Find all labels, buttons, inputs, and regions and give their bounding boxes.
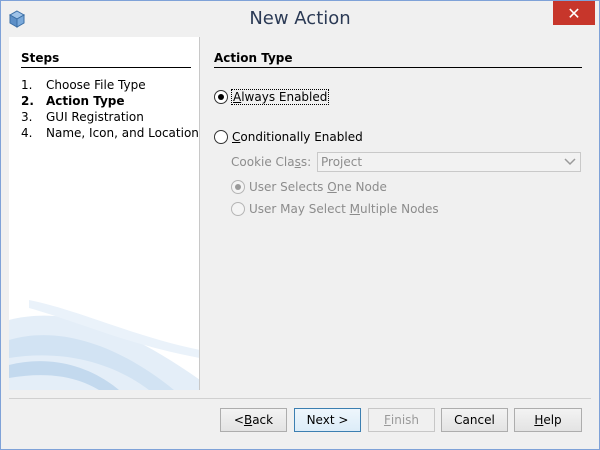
steps-heading: Steps	[21, 51, 60, 65]
cookie-class-value: Project	[321, 155, 363, 169]
dialog-window: New Action ✕ Steps 1. Choose File Type 2. A…	[0, 0, 600, 450]
decorative-swoosh	[9, 300, 199, 390]
section-heading: Action Type	[214, 51, 293, 65]
step-number: 2.	[21, 94, 34, 108]
close-icon: ✕	[567, 3, 581, 23]
button-bar-divider	[9, 398, 591, 399]
step-number: 3.	[21, 110, 33, 124]
step-item: 3. GUI Registration	[21, 109, 199, 125]
step-label: Name, Icon, and Location	[46, 126, 199, 140]
steps-list: 1. Choose File Type 2. Action Type 3. GUI Reg…	[21, 77, 199, 141]
step-label: GUI Registration	[46, 110, 144, 124]
cookie-class-select[interactable]: Project	[317, 152, 581, 172]
one-node-label[interactable]: User Selects One Node	[249, 180, 387, 194]
conditionally-enabled-label[interactable]: Conditionally Enabled	[232, 130, 363, 144]
multiple-nodes-label[interactable]: User May Select Multiple Nodes	[249, 202, 439, 216]
steps-divider	[21, 67, 191, 68]
conditionally-enabled-radio[interactable]	[214, 130, 228, 144]
step-number: 1.	[21, 78, 33, 92]
dialog-body: Steps 1. Choose File Type 2. Action Type 3. G…	[9, 37, 591, 443]
section-divider	[214, 67, 582, 68]
cancel-button[interactable]: Cancel	[441, 408, 508, 432]
step-item: 2. Action Type	[21, 93, 199, 109]
steps-panel: Steps 1. Choose File Type 2. Action Type 3. G…	[9, 37, 200, 390]
chevron-down-icon	[564, 158, 576, 166]
step-label: Action Type	[46, 94, 125, 108]
always-enabled-option[interactable]: Always Enabled	[214, 89, 330, 105]
step-number: 4.	[21, 126, 33, 140]
close-button[interactable]: ✕	[553, 1, 595, 25]
step-item: 1. Choose File Type	[21, 77, 199, 93]
always-enabled-label[interactable]: Always Enabled	[230, 89, 330, 105]
title-bar[interactable]: New Action ✕	[1, 1, 599, 37]
one-node-option[interactable]: User Selects One Node	[231, 180, 387, 194]
cookie-class-label: Cookie Class:	[231, 155, 312, 169]
step-item: 4. Name, Icon, and Location	[21, 125, 199, 141]
help-button[interactable]: Help	[514, 408, 582, 432]
always-enabled-radio[interactable]	[214, 90, 228, 104]
multiple-nodes-radio[interactable]	[231, 202, 245, 216]
action-type-panel: Action Type Always Enabled Conditionally…	[206, 37, 591, 390]
back-button[interactable]: < Back	[220, 408, 287, 432]
finish-button[interactable]: Finish	[368, 408, 435, 432]
step-label: Choose File Type	[46, 78, 146, 92]
window-title: New Action	[249, 8, 351, 29]
conditionally-enabled-option[interactable]: Conditionally Enabled	[214, 130, 363, 144]
next-button[interactable]: Next >	[294, 408, 361, 432]
multiple-nodes-option[interactable]: User May Select Multiple Nodes	[231, 202, 439, 216]
one-node-radio[interactable]	[231, 180, 245, 194]
